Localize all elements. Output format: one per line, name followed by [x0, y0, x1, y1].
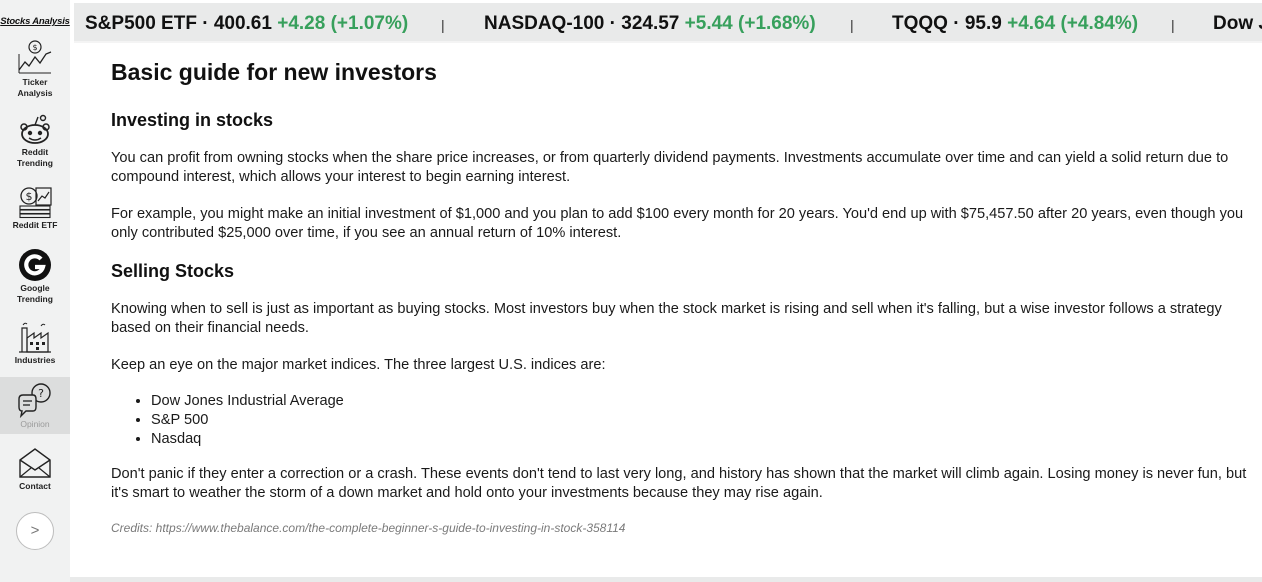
ticker-change: +5.44 (+1.68%): [684, 13, 816, 34]
ticker-price: 324.57: [621, 13, 680, 34]
ticker-dot: ·: [202, 13, 209, 34]
ticker-change: +4.28 (+1.07%): [277, 13, 409, 34]
nav-contact-label: Contact: [19, 481, 51, 491]
google-icon: [19, 249, 51, 281]
nav-contact[interactable]: Contact: [0, 446, 70, 492]
factory-icon: [19, 322, 51, 353]
paragraph: Knowing when to sell is just as importan…: [111, 301, 1222, 336]
envelope-icon: [19, 448, 51, 478]
ticker-name: Dow Jones: [1213, 13, 1262, 34]
credits: Credits: https://www.thebalance.com/the-…: [111, 521, 626, 535]
paragraph: You can profit from owning stocks when t…: [111, 150, 1229, 185]
nav-industries-label: Industries: [14, 355, 56, 365]
nav-reddit-etf-label: Reddit ETF: [12, 220, 58, 230]
svg-text:?: ?: [38, 387, 44, 400]
ticker-item-spy[interactable]: S&P500 ETF · 400.61 +4.28 (+1.07%): [85, 13, 408, 35]
ticker-name: S&P500 ETF: [85, 13, 197, 34]
ticker-item-dow[interactable]: Dow Jones: [1213, 13, 1262, 35]
nav-google-trending[interactable]: Google Trending: [0, 248, 70, 304]
nav-opinion-label: Opinion: [20, 419, 50, 429]
list-item: Dow Jones Industrial Average: [151, 392, 1256, 411]
nav-ticker-analysis[interactable]: $ Ticker Analysis: [0, 40, 70, 98]
ticker-price: 95.9: [964, 13, 1002, 34]
page-title: Basic guide for new investors: [111, 59, 437, 85]
ticker-change: +4.64 (+4.84%): [1007, 13, 1139, 34]
nav-google-trending-label-2: Trending: [17, 294, 53, 304]
article: Basic guide for new investors Investing …: [111, 59, 1256, 535]
money-stack-icon: $: [19, 187, 52, 219]
ticker-name: NASDAQ-100: [484, 13, 605, 34]
sidebar: Stocks Analysis $ Ticker Analysis Reddit…: [0, 0, 70, 582]
ticker-separator: |: [1171, 17, 1175, 33]
svg-text:$: $: [26, 190, 33, 203]
ticker-chart-icon: $: [18, 40, 52, 74]
ticker-separator: |: [441, 17, 445, 33]
nav-reddit-trending-label-1: Reddit: [21, 147, 49, 157]
brand-link[interactable]: Stocks Analysis: [0, 16, 70, 27]
nav-ticker-analysis-label-1: Ticker: [22, 77, 48, 87]
nav-google-trending-label-1: Google: [20, 283, 50, 293]
indices-list: Dow Jones Industrial Average S&P 500 Nas…: [151, 392, 1256, 449]
paragraph: Don't panic if they enter a correction o…: [111, 466, 1247, 501]
section-heading-investing: Investing in stocks: [111, 110, 274, 130]
ticker-dot: ·: [953, 13, 960, 34]
ticker-item-ndx[interactable]: NASDAQ-100 · 324.57 +5.44 (+1.68%): [484, 13, 816, 35]
nav-reddit-trending-label-2: Trending: [17, 158, 53, 168]
list-item: S&P 500: [151, 411, 1256, 430]
ticker-item-tqqq[interactable]: TQQQ · 95.9 +4.64 (+4.84%): [892, 13, 1138, 35]
svg-text:$: $: [32, 43, 37, 52]
nav-ticker-analysis-label-2: Analysis: [17, 88, 53, 98]
ticker-separator: |: [850, 17, 854, 33]
nav-opinion[interactable]: ? Opinion: [0, 377, 70, 434]
ticker-price: 400.61: [213, 13, 272, 34]
sidebar-expand-button[interactable]: >: [16, 512, 54, 550]
opinion-chat-icon: ?: [18, 383, 51, 418]
list-item: Nasdaq: [151, 430, 1256, 449]
footer-divider: [70, 577, 1262, 582]
ticker-name: TQQQ: [892, 13, 948, 34]
paragraph: Keep an eye on the major market indices.…: [111, 357, 606, 373]
ticker-bar: S&P500 ETF · 400.61 +4.28 (+1.07%) | NAS…: [74, 3, 1262, 43]
paragraph: For example, you might make an initial i…: [111, 206, 1244, 241]
section-heading-selling: Selling Stocks: [111, 261, 235, 281]
nav-reddit-etf[interactable]: $ Reddit ETF: [0, 185, 70, 231]
nav-industries[interactable]: Industries: [0, 320, 70, 366]
ticker-dot: ·: [609, 13, 616, 34]
reddit-icon: [20, 114, 50, 144]
nav-reddit-trending[interactable]: Reddit Trending: [0, 114, 70, 170]
